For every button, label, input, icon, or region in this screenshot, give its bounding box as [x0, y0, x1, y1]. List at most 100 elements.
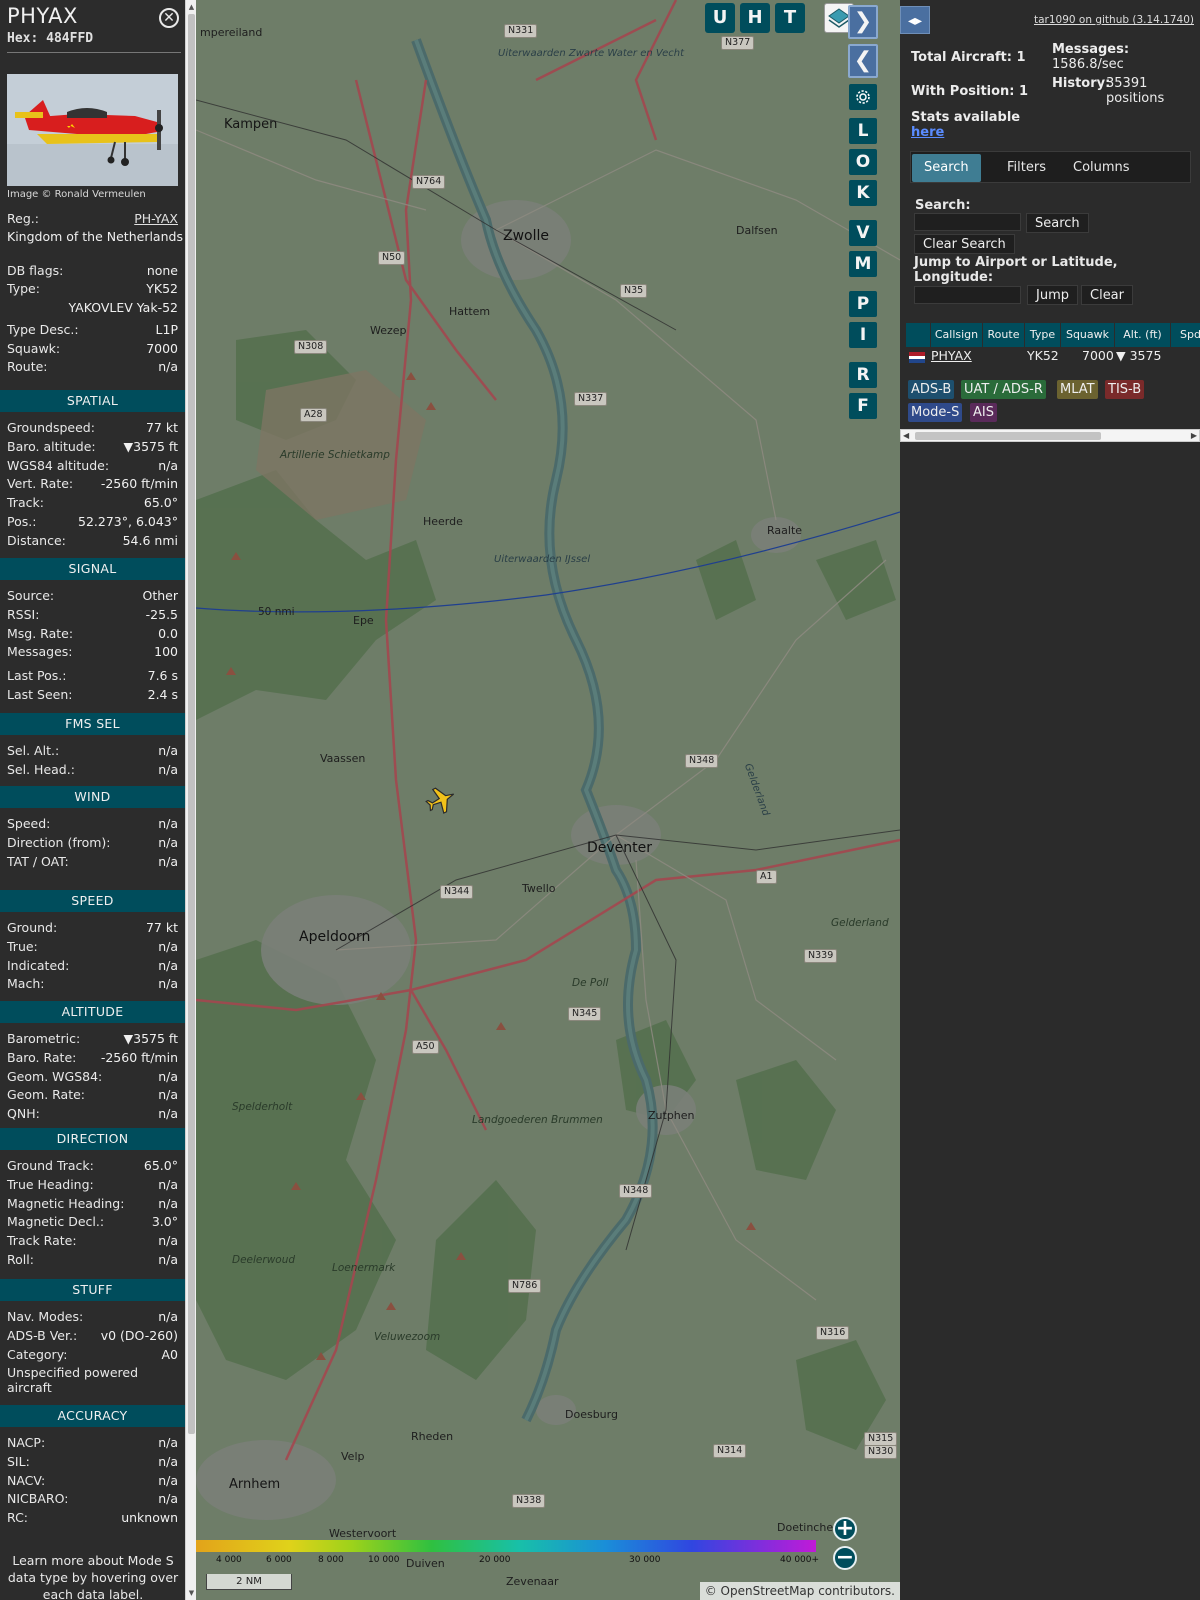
clear-button[interactable]: Clear	[1081, 285, 1133, 305]
scrollbar-thumb[interactable]	[188, 14, 195, 1434]
info-row-label[interactable]: Nav. Modes:	[7, 1309, 83, 1324]
source-chip-mlat[interactable]: MLAT	[1057, 380, 1098, 399]
column-header-callsign[interactable]: Callsign	[930, 323, 982, 347]
info-row-label[interactable]: NACP:	[7, 1435, 45, 1450]
m-button[interactable]: M	[849, 251, 877, 277]
tab-filters[interactable]: Filters	[995, 154, 1058, 182]
stats-link[interactable]: here	[911, 125, 944, 140]
column-header-speed[interactable]: Spd	[1170, 323, 1200, 347]
scroll-left-icon[interactable]: ◀	[903, 430, 909, 442]
h-button[interactable]: H	[740, 3, 770, 33]
p-button[interactable]: P	[849, 291, 877, 317]
info-row-label[interactable]: QNH:	[7, 1106, 40, 1121]
info-row-label[interactable]: Source:	[7, 588, 54, 603]
v-button[interactable]: V	[849, 220, 877, 246]
f-button[interactable]: F	[849, 393, 877, 419]
info-row-label[interactable]: Vert. Rate:	[7, 476, 73, 491]
info-row-label[interactable]: Last Pos.:	[7, 668, 66, 683]
k-button[interactable]: K	[849, 180, 877, 206]
info-row-label[interactable]: Mach:	[7, 976, 44, 991]
close-icon[interactable]: ✕	[159, 8, 179, 28]
info-row-label[interactable]: Track:	[7, 495, 44, 510]
info-row-label[interactable]: Speed:	[7, 816, 50, 831]
u-button[interactable]: U	[705, 3, 735, 33]
row-callsign[interactable]: PHYAX	[931, 348, 972, 363]
info-row-label[interactable]: Unspecified powered aircraft	[7, 1365, 178, 1395]
plus-icon[interactable]: +	[833, 1517, 857, 1541]
info-row-label[interactable]: Baro. Rate:	[7, 1050, 76, 1065]
info-row-label[interactable]: Category:	[7, 1347, 67, 1362]
o-button[interactable]: O	[849, 149, 877, 175]
info-row-label[interactable]: RSSI:	[7, 607, 39, 622]
info-row-label[interactable]: NICBARO:	[7, 1491, 68, 1506]
info-row-label[interactable]: TAT / OAT:	[7, 854, 69, 869]
jump-input[interactable]	[914, 286, 1021, 304]
scroll-right-icon[interactable]: ▶	[1191, 430, 1197, 442]
info-row-label[interactable]: Ground:	[7, 920, 57, 935]
info-row-label[interactable]: Magnetic Heading:	[7, 1196, 124, 1211]
info-row-label[interactable]: Distance:	[7, 533, 66, 548]
info-row-label[interactable]: ADS-B Ver.:	[7, 1328, 77, 1343]
info-row-label[interactable]: Geom. Rate:	[7, 1087, 85, 1102]
aircraft-photo[interactable]	[7, 74, 178, 186]
i-button[interactable]: I	[849, 322, 877, 348]
table-row[interactable]: PHYAX YK52 7000 ▼ 3575	[906, 348, 1200, 363]
info-row-label[interactable]: True:	[7, 939, 38, 954]
gear-icon[interactable]	[849, 84, 877, 110]
info-row-label[interactable]: Direction (from):	[7, 835, 111, 850]
map-view[interactable]: mpereiland Kampen Zwolle Dalfsen Hattem …	[196, 0, 900, 1600]
scrollbar-thumb[interactable]	[915, 432, 1101, 440]
source-chip-adsb[interactable]: ADS-B	[908, 380, 955, 399]
search-button[interactable]: Search	[1026, 213, 1089, 233]
info-row-label[interactable]: Baro. altitude:	[7, 439, 96, 454]
info-row-label[interactable]: Barometric:	[7, 1031, 80, 1046]
registration-link[interactable]: PH-YAX	[134, 211, 178, 226]
minus-icon[interactable]: −	[833, 1546, 857, 1570]
info-row-label[interactable]: SIL:	[7, 1454, 30, 1469]
info-panel-scrollbar[interactable]: ▲ ▼	[185, 0, 196, 1600]
info-row-label[interactable]: Sel. Alt.:	[7, 743, 59, 758]
map-attribution[interactable]: © OpenStreetMap contributors.	[699, 1582, 900, 1600]
info-row-label[interactable]: RC:	[7, 1510, 28, 1525]
info-row-label[interactable]: NACV:	[7, 1473, 45, 1488]
info-row-label[interactable]: WGS84 altitude:	[7, 458, 109, 473]
t-button[interactable]: T	[775, 3, 805, 33]
chevron-left-icon[interactable]: ❮	[848, 44, 878, 78]
column-header-squawk[interactable]: Squawk	[1060, 323, 1114, 347]
info-row-label[interactable]: Geom. WGS84:	[7, 1069, 102, 1084]
info-row-label[interactable]: Track Rate:	[7, 1233, 77, 1248]
expand-collapse-icon[interactable]: ◂▸	[900, 6, 930, 34]
info-row-label[interactable]: Ground Track:	[7, 1158, 94, 1173]
info-row-value: n/a	[158, 976, 178, 992]
column-header-route[interactable]: Route	[982, 323, 1024, 347]
info-row-label[interactable]: Sel. Head.:	[7, 762, 75, 777]
clear-search-button[interactable]: Clear Search	[914, 234, 1015, 254]
info-row-label[interactable]: Last Seen:	[7, 687, 72, 702]
info-row-label[interactable]: Messages:	[7, 644, 73, 659]
info-row-label[interactable]: Groundspeed:	[7, 420, 95, 435]
info-row-label[interactable]: Indicated:	[7, 958, 69, 973]
info-row-label[interactable]: Pos.:	[7, 514, 36, 529]
scroll-up-icon[interactable]: ▲	[187, 2, 196, 12]
tab-search[interactable]: Search	[912, 154, 981, 182]
column-header-type[interactable]: Type	[1024, 323, 1060, 347]
source-chip-uat[interactable]: UAT / ADS-R	[961, 380, 1046, 399]
r-button[interactable]: R	[849, 362, 877, 388]
info-row-label[interactable]: Magnetic Decl.:	[7, 1214, 104, 1229]
info-row-label[interactable]: Msg. Rate:	[7, 626, 73, 641]
github-link[interactable]: tar1090 on github (3.14.1740)	[1034, 14, 1194, 26]
source-chip-ais[interactable]: AIS	[970, 403, 997, 422]
source-chip-modes[interactable]: Mode-S	[908, 403, 963, 422]
info-row-label[interactable]: True Heading:	[7, 1177, 94, 1192]
l-button[interactable]: L	[849, 118, 877, 144]
chevron-right-icon[interactable]: ❯	[848, 5, 878, 39]
table-horizontal-scrollbar[interactable]: ◀ ▶	[900, 429, 1200, 442]
search-input[interactable]	[914, 213, 1021, 231]
jump-button[interactable]: Jump	[1027, 285, 1078, 305]
tab-columns[interactable]: Columns	[1061, 154, 1142, 182]
source-chip-tisb[interactable]: TIS-B	[1105, 380, 1145, 399]
column-header-altitude[interactable]: Alt. (ft)	[1114, 323, 1170, 347]
info-row-label[interactable]: Roll:	[7, 1252, 34, 1267]
road-shield: N348	[619, 1184, 653, 1198]
scroll-down-icon[interactable]: ▼	[187, 1588, 196, 1598]
